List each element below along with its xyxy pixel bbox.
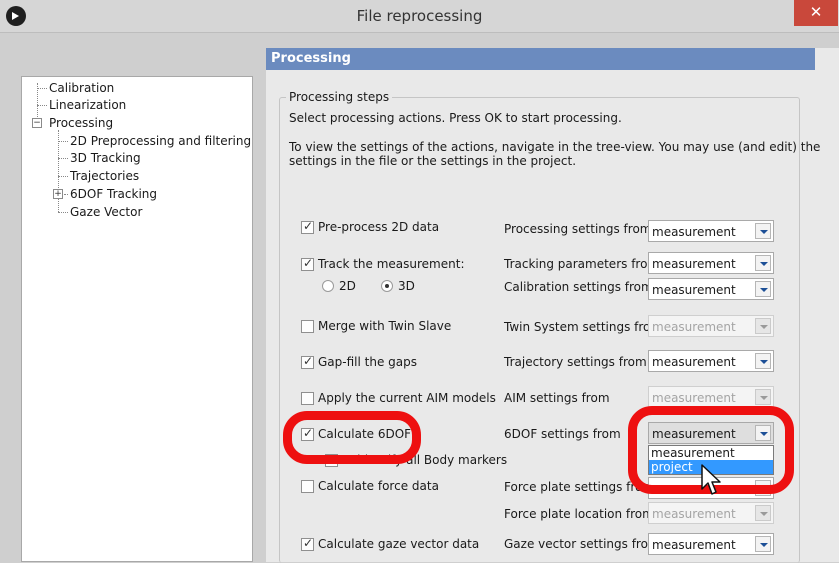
panel-title: Processing [271,51,351,66]
tree-connector [58,212,68,213]
dropdown-value: measurement [652,355,736,369]
calculate-gaze-checkbox[interactable] [301,536,314,551]
processing-settings-dropdown[interactable]: measurement [648,220,774,242]
apply-aim-label: Apply the current AIM models [318,391,496,405]
tree-item-trajectories[interactable]: Trajectories [70,169,139,183]
dropdown-value: measurement [652,538,736,552]
calculate-gaze-label: Calculate gaze vector data [318,537,480,551]
dropdown-value: measurement [652,391,736,405]
tree-item-3d-tracking[interactable]: 3D Tracking [70,151,141,165]
help-text-line-2: settings in the file or the settings in … [289,154,577,168]
calculate-force-checkbox[interactable] [301,480,314,493]
dropdown-value: measurement [652,225,736,239]
tree-item-6dof-tracking[interactable]: 6DOF Tracking [70,187,157,201]
calculate-force-label: Calculate force data [318,479,439,493]
aim-settings-label: AIM settings from [504,391,610,405]
help-text-line-1: To view the settings of the actions, nav… [289,140,821,154]
tree-item-processing[interactable]: Processing [49,116,113,130]
tracking-parameters-label: Tracking parameters from [504,257,660,271]
preprocess-2d-checkbox[interactable] [301,219,314,234]
tree-connector [58,176,68,177]
collapse-icon[interactable]: − [32,118,42,128]
tree-item-2d-preprocessing[interactable]: 2D Preprocessing and filtering [70,134,251,148]
track-measurement-checkbox[interactable] [301,256,314,271]
title-bar: File reprocessing ✕ [0,0,839,33]
gaze-vector-settings-dropdown[interactable]: measurement [648,533,774,555]
chevron-down-icon [755,318,771,334]
trajectory-settings-label: Trajectory settings from [504,355,647,369]
tree-connector [37,83,38,123]
radio-3d-label: 3D [398,279,415,293]
tree-connector [64,194,68,195]
dropdown-value: measurement [652,283,736,297]
chevron-down-icon[interactable] [755,353,771,369]
highlight-ring-6dof-checkbox [283,411,421,464]
force-plate-location-label: Force plate location from [504,507,654,521]
radio-2d-label: 2D [339,279,356,293]
radio-2d[interactable] [322,280,334,292]
tracking-parameters-dropdown[interactable]: measurement [648,252,774,274]
tree-connector [37,88,47,89]
tree-item-gaze-vector[interactable]: Gaze Vector [70,205,142,219]
tree-connector [58,130,59,212]
preprocess-2d-label: Pre-process 2D data [318,220,440,234]
gaze-vector-settings-label: Gaze vector settings from [504,537,660,551]
window-title: File reprocessing [356,7,483,25]
calibration-settings-dropdown[interactable]: measurement [648,278,774,300]
processing-settings-label: Processing settings from [504,222,652,236]
dropdown-value: measurement [652,257,736,271]
chevron-down-icon [755,505,771,521]
chevron-down-icon [755,389,771,405]
dropdown-value: measurement [652,320,736,334]
apply-aim-checkbox[interactable] [301,392,314,405]
settings-tree[interactable]: Calibration Linearization − Processing 2… [21,76,253,562]
close-button[interactable]: ✕ [794,0,838,26]
merge-twin-slave-label: Merge with Twin Slave [318,319,452,333]
6dof-settings-label: 6DOF settings from [504,427,621,441]
chevron-down-icon[interactable] [755,281,771,297]
mouse-pointer-icon [701,464,721,495]
tree-connector [58,158,68,159]
twin-system-settings-dropdown: measurement [648,315,774,337]
chevron-down-icon[interactable] [755,255,771,271]
gap-fill-label: Gap-fill the gaps [318,355,417,369]
dropdown-value: measurement [652,507,736,521]
chevron-down-icon[interactable] [755,536,771,552]
tree-connector [37,105,47,106]
tree-item-linearization[interactable]: Linearization [49,98,126,112]
merge-twin-slave-checkbox[interactable] [301,320,314,333]
tree-connector [58,141,68,142]
chevron-down-icon[interactable] [755,223,771,239]
panel-header: Processing [266,48,815,70]
group-title: Processing steps [286,90,393,104]
intro-text: Select processing actions. Press OK to s… [289,111,622,125]
radio-3d[interactable] [381,280,393,292]
expand-icon[interactable]: + [53,189,63,199]
track-measurement-label: Track the measurement: [318,257,465,271]
force-plate-location-dropdown: measurement [648,502,774,524]
twin-system-settings-label: Twin System settings from [504,320,663,334]
trajectory-settings-dropdown[interactable]: measurement [648,350,774,372]
calibration-settings-label: Calibration settings from [504,280,653,294]
tree-item-calibration[interactable]: Calibration [49,81,114,95]
gap-fill-checkbox[interactable] [301,354,314,369]
aim-settings-dropdown: measurement [648,386,774,408]
